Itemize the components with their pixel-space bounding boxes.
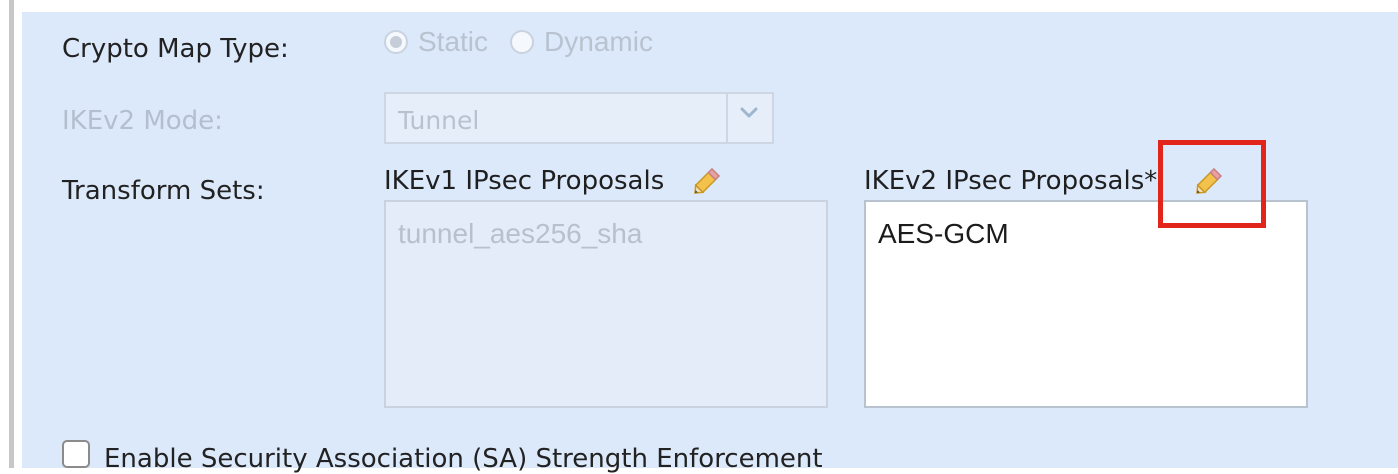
ikev2-mode-label: IKEv2 Mode:: [62, 106, 223, 136]
ikev1-proposals-header: IKEv1 IPsec Proposals: [384, 166, 665, 196]
highlight-box: [1158, 140, 1266, 228]
chevron-down-icon[interactable]: [738, 102, 760, 124]
ikev1-proposals-list: tunnel_aes256_sha: [384, 200, 828, 408]
ikev2-proposals-list[interactable]: AES-GCM: [864, 200, 1308, 408]
dynamic-radio[interactable]: [510, 30, 535, 54]
dynamic-radio-label: Dynamic: [544, 26, 653, 57]
radio-selected-dot: [390, 36, 402, 48]
pencil-icon[interactable]: [690, 164, 724, 198]
ikev2-mode-select[interactable]: Tunnel: [384, 92, 774, 144]
ikev2-mode-value: Tunnel: [398, 106, 480, 135]
ikev2-proposals-header: IKEv2 IPsec Proposals*: [864, 166, 1158, 196]
crypto-map-type-label: Crypto Map Type:: [62, 34, 289, 64]
crypto-map-type-radio-group: Static Dynamic: [384, 26, 665, 58]
static-radio[interactable]: [384, 30, 408, 54]
list-item: tunnel_aes256_sha: [398, 218, 643, 249]
static-radio-label: Static: [418, 26, 489, 57]
sa-strength-label: Enable Security Association (SA) Strengt…: [104, 444, 823, 474]
select-divider: [726, 94, 728, 142]
left-divider: [9, 0, 14, 468]
sa-strength-checkbox[interactable]: [62, 440, 90, 468]
transform-sets-label: Transform Sets:: [62, 176, 265, 206]
list-item[interactable]: AES-GCM: [878, 218, 1009, 250]
